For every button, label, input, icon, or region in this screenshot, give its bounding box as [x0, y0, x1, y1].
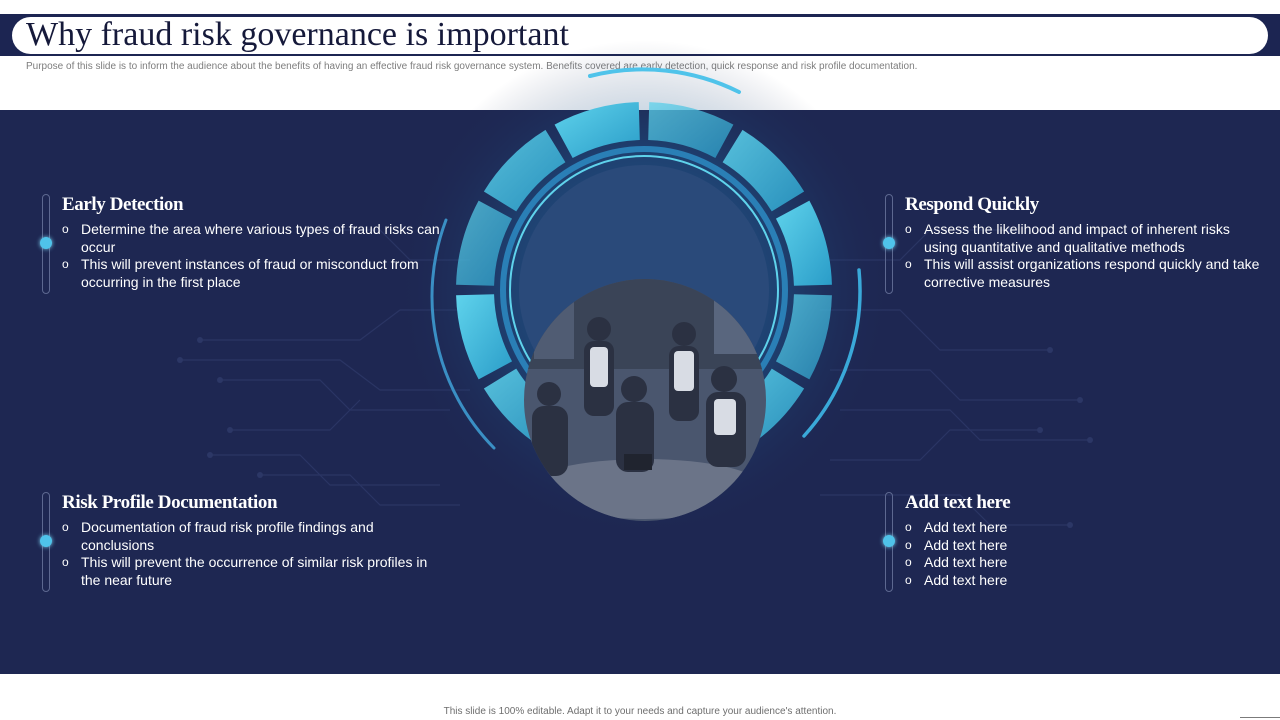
list-item: Add text here	[905, 554, 1205, 572]
list-item: Add text here	[905, 537, 1205, 555]
add-text-title: Add text here	[905, 492, 1011, 513]
respond-quickly-list: Assess the likelihood and impact of inhe…	[905, 221, 1265, 291]
list-item: Assess the likelihood and impact of inhe…	[905, 221, 1265, 256]
list-item: Determine the area where various types o…	[62, 221, 452, 256]
marker-dot	[40, 535, 52, 547]
marker-dot	[883, 237, 895, 249]
marker-dot	[40, 237, 52, 249]
team-photo	[524, 279, 766, 521]
list-item: This will prevent instances of fraud or …	[62, 256, 452, 291]
slide-footer: This slide is 100% editable. Adapt it to…	[443, 706, 837, 717]
list-item: This will assist organizations respond q…	[905, 256, 1265, 291]
risk-profile-title: Risk Profile Documentation	[62, 492, 278, 513]
respond-quickly-title: Respond Quickly	[905, 194, 1039, 215]
list-item: Add text here	[905, 572, 1205, 590]
early-detection-list: Determine the area where various types o…	[62, 221, 452, 291]
corner-rule	[1240, 717, 1280, 718]
list-item: This will prevent the occurrence of simi…	[62, 554, 434, 589]
list-item: Documentation of fraud risk profile find…	[62, 519, 381, 554]
early-detection-title: Early Detection	[62, 194, 184, 215]
list-item: Add text here	[905, 519, 1205, 537]
add-text-list: Add text here Add text here Add text her…	[905, 519, 1205, 589]
marker-dot	[883, 535, 895, 547]
risk-profile-list: Documentation of fraud risk profile find…	[62, 519, 434, 589]
